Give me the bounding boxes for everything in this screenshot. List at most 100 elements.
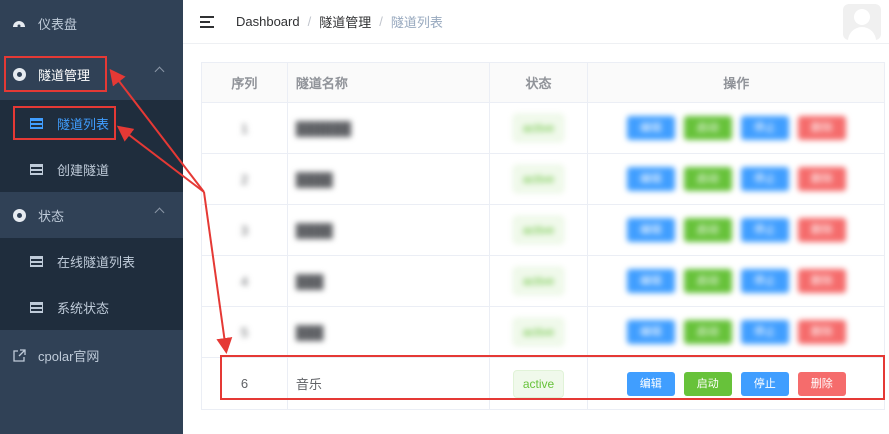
edit-button[interactable]: 编辑 (626, 371, 675, 396)
delete-button[interactable]: 删除 (797, 116, 846, 140)
delete-button[interactable]: 删除 (797, 218, 846, 242)
breadcrumb-dashboard[interactable]: Dashboard (236, 14, 300, 29)
row-actions: 编辑 启动 停止 删除 (588, 307, 886, 357)
row-tunnel-name: ████ (288, 205, 490, 255)
tunnel-management-icon (12, 67, 26, 81)
sidebar-item-tunnel-list[interactable]: 隧道列表 (0, 100, 183, 146)
sidebar-item-create-tunnel-label: 创建隧道 (57, 162, 110, 178)
chevron-up-icon (154, 207, 165, 218)
stop-button[interactable]: 停止 (740, 167, 789, 191)
menu-status[interactable]: 状态 (0, 192, 183, 238)
sidebar-item-tunnel-list-label: 隧道列表 (57, 116, 110, 132)
chevron-up-icon (154, 66, 165, 77)
dashboard-icon (12, 16, 26, 30)
stop-button[interactable]: 停止 (740, 320, 789, 344)
status-badge: active (512, 369, 565, 398)
stop-button[interactable]: 停止 (740, 371, 789, 396)
row-index: 6 (202, 358, 288, 409)
table-row: 3 ████ active 编辑 启动 停止 删除 (202, 205, 886, 256)
row-actions: 编辑 启动 停止 删除 (588, 205, 886, 255)
row-status-cell: active (490, 358, 589, 409)
stop-button[interactable]: 停止 (740, 269, 789, 293)
start-button[interactable]: 启动 (683, 167, 732, 191)
breadcrumb: Dashboard / 隧道管理 / 隧道列表 (236, 12, 443, 31)
menu-cpolar-site[interactable]: cpolar官网 (0, 332, 183, 378)
status-badge: active (512, 216, 565, 244)
sidebar-item-system-status[interactable]: 系统状态 (0, 284, 183, 330)
row-tunnel-name: ███ (288, 307, 490, 357)
status-badge: active (512, 267, 565, 295)
delete-button[interactable]: 删除 (797, 269, 846, 293)
row-status-cell: active (490, 154, 589, 204)
menu-dashboard[interactable]: 仪表盘 (0, 0, 183, 46)
sidebar-item-system-status-label: 系统状态 (57, 300, 110, 316)
sidebar-item-online-tunnels-label: 在线隧道列表 (57, 254, 136, 270)
delete-button[interactable]: 删除 (797, 167, 846, 191)
menu-status-label: 状态 (38, 208, 65, 224)
delete-button[interactable]: 删除 (797, 320, 846, 344)
tunnel-table: 序列 隧道名称 状态 操作 1 ██████ active 编辑 启动 停止 删除 2 ████… (201, 62, 886, 410)
table-row: 5 ███ active 编辑 启动 停止 删除 (202, 307, 886, 358)
row-index: 5 (202, 307, 288, 357)
table-row: 6 音乐 active 编辑 启动 停止 删除 (202, 358, 886, 410)
table-icon (30, 301, 43, 313)
row-tunnel-name: ███ (288, 256, 490, 306)
edit-button[interactable]: 编辑 (626, 269, 675, 293)
menu-dashboard-label: 仪表盘 (38, 16, 78, 32)
row-actions: 编辑 启动 停止 删除 (588, 256, 886, 306)
breadcrumb-separator: / (379, 14, 383, 29)
row-index: 3 (202, 205, 288, 255)
edit-button[interactable]: 编辑 (626, 218, 675, 242)
avatar[interactable] (843, 4, 881, 40)
start-button[interactable]: 启动 (683, 116, 732, 140)
sidebar-item-online-tunnels[interactable]: 在线隧道列表 (0, 238, 183, 284)
start-button[interactable]: 启动 (683, 269, 732, 293)
breadcrumb-separator: / (307, 14, 312, 29)
row-index: 4 (202, 256, 288, 306)
hamburger-icon[interactable] (200, 15, 214, 28)
stop-button[interactable]: 停止 (740, 218, 789, 242)
edit-button[interactable]: 编辑 (626, 116, 675, 140)
start-button[interactable]: 启动 (683, 371, 732, 396)
row-index: 2 (202, 154, 288, 204)
row-actions: 编辑 启动 停止 删除 (588, 154, 886, 204)
row-tunnel-name: ████ (288, 154, 490, 204)
table-row: 1 ██████ active 编辑 启动 停止 删除 (202, 103, 886, 154)
row-status-cell: active (490, 103, 589, 153)
breadcrumb-tunnel-management[interactable]: 隧道管理 (319, 12, 371, 31)
top-header: Dashboard / 隧道管理 / 隧道列表 (183, 0, 889, 44)
row-actions: 编辑 启动 停止 删除 (588, 103, 886, 153)
row-tunnel-name: ██████ (288, 103, 490, 153)
table-icon (30, 163, 43, 175)
sidebar-item-create-tunnel[interactable]: 创建隧道 (0, 146, 183, 192)
table-icon (30, 255, 43, 267)
col-index-header: 序列 (202, 63, 288, 102)
status-submenu: 在线隧道列表 系统状态 (0, 238, 183, 330)
col-status-header: 状态 (490, 63, 589, 102)
table-row: 4 ███ active 编辑 启动 停止 删除 (202, 256, 886, 307)
start-button[interactable]: 启动 (683, 218, 732, 242)
row-tunnel-name: 音乐 (288, 358, 490, 409)
external-link-icon (12, 348, 26, 362)
status-badge: active (512, 114, 565, 142)
col-name-header: 隧道名称 (288, 63, 490, 102)
menu-cpolar-site-label: cpolar官网 (38, 348, 100, 364)
row-index: 1 (202, 103, 288, 153)
edit-button[interactable]: 编辑 (626, 320, 675, 344)
row-status-cell: active (490, 307, 589, 357)
col-actions-header: 操作 (588, 63, 886, 102)
row-actions: 编辑 启动 停止 删除 (588, 358, 886, 409)
row-status-cell: active (490, 256, 589, 306)
stop-button[interactable]: 停止 (740, 116, 789, 140)
table-row: 2 ████ active 编辑 启动 停止 删除 (202, 154, 886, 205)
edit-button[interactable]: 编辑 (626, 167, 675, 191)
status-icon (12, 208, 26, 222)
tunnel-submenu: 隧道列表 创建隧道 (0, 100, 183, 192)
table-header: 序列 隧道名称 状态 操作 (202, 63, 886, 103)
menu-tunnel-management-label: 隧道管理 (38, 67, 91, 83)
delete-button[interactable]: 删除 (797, 371, 846, 396)
status-badge: active (512, 165, 565, 193)
start-button[interactable]: 启动 (683, 320, 732, 344)
menu-tunnel-management[interactable]: 隧道管理 (0, 51, 183, 97)
row-status-cell: active (490, 205, 589, 255)
